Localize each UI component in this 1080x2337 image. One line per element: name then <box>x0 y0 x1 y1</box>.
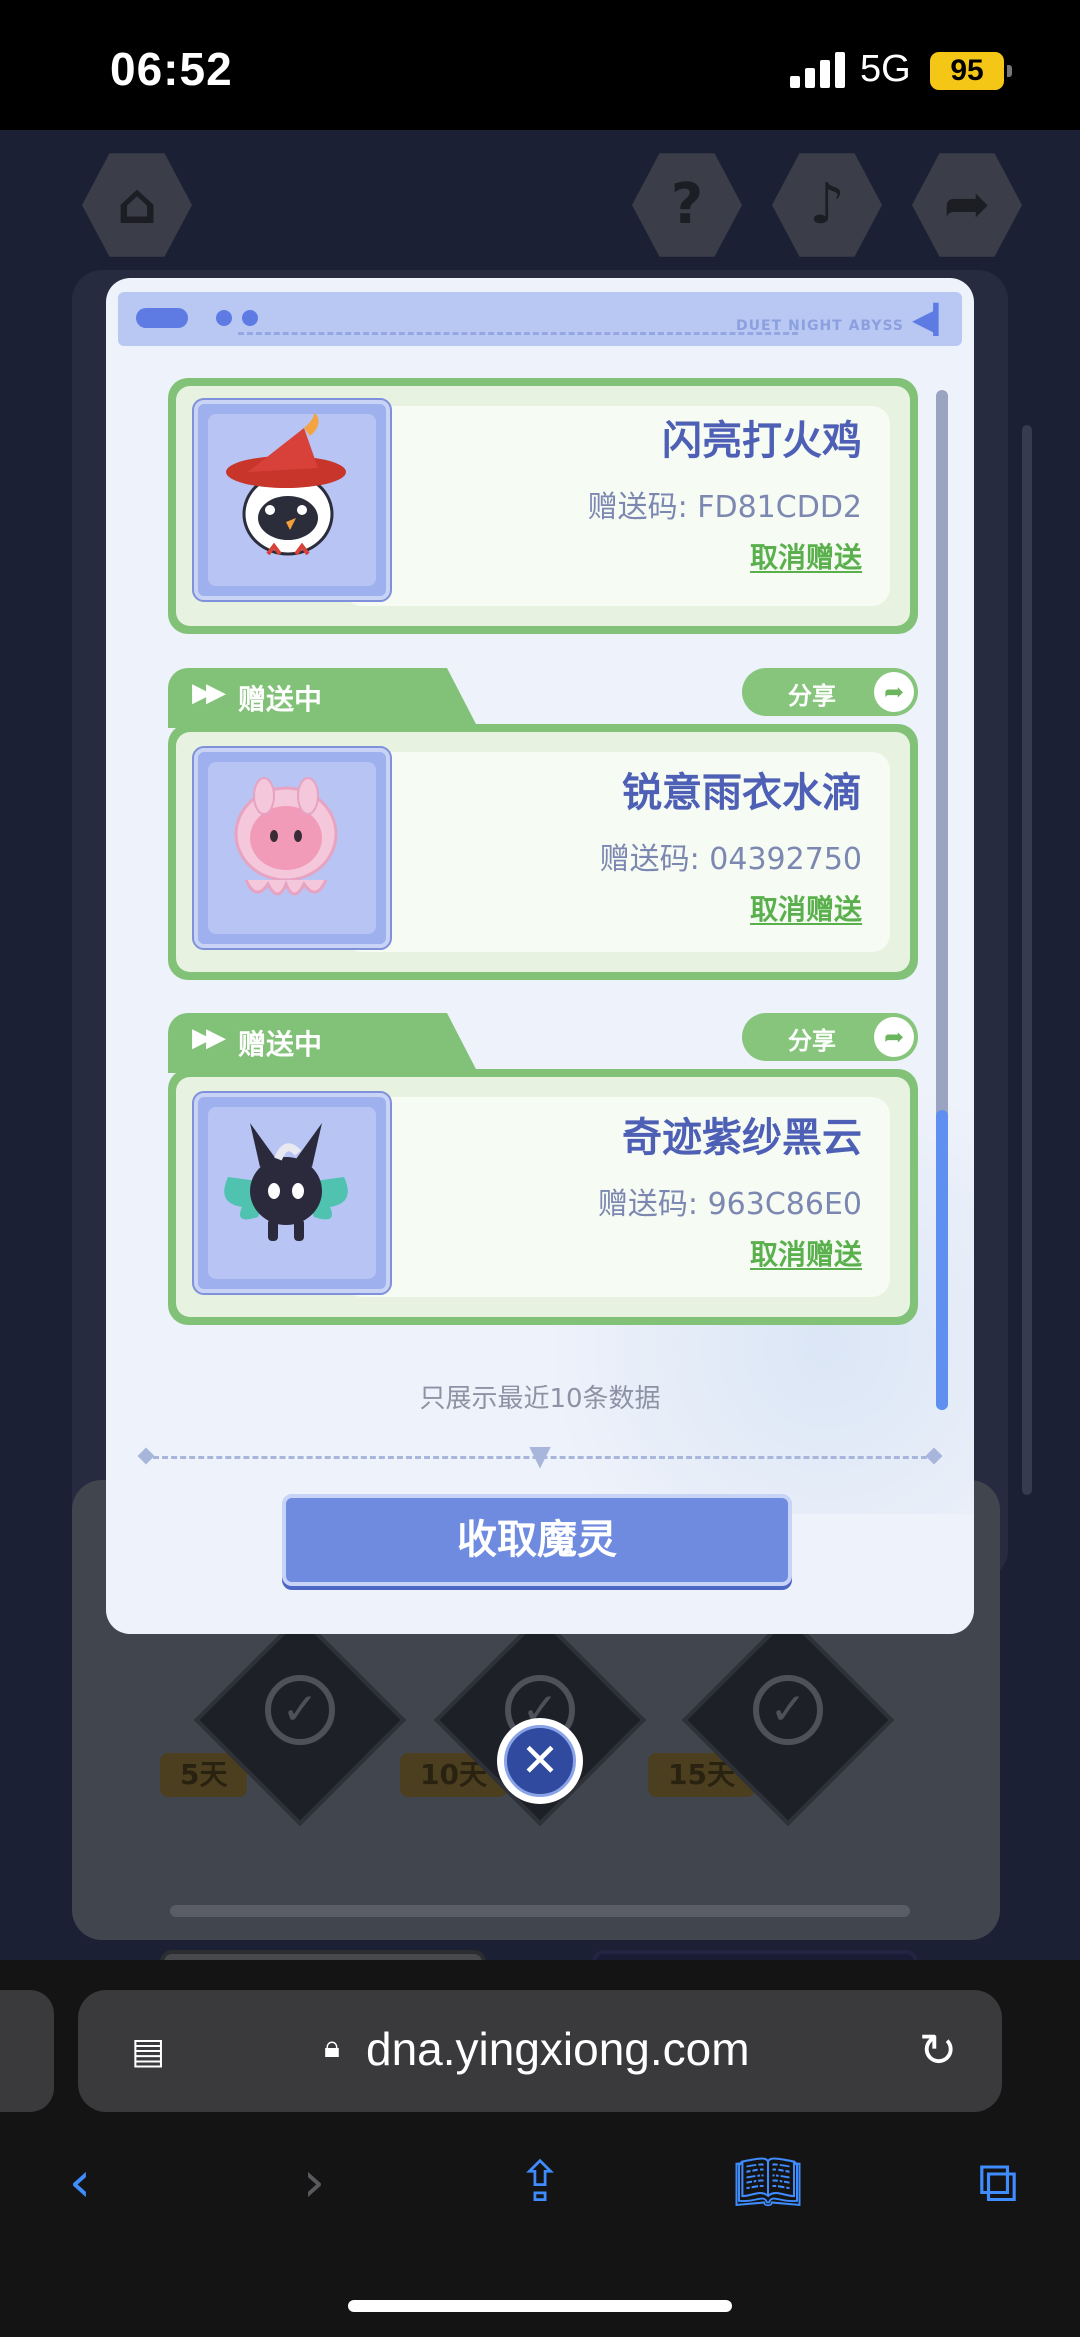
previous-tab-edge[interactable] <box>0 1990 54 2112</box>
play-arrows-icon: ▶▶ <box>192 1023 226 1053</box>
tabs-overview-icon[interactable]: ⧉ <box>958 2148 1038 2218</box>
pet-thumbnail <box>194 1093 390 1293</box>
gift-status: 赠送中 <box>238 1028 323 1061</box>
close-button[interactable]: ✕ <box>497 1718 583 1804</box>
header-dot <box>136 308 188 328</box>
gift-code-label: 赠送码: <box>587 490 688 525</box>
share-button[interactable]: 分享 ➦ <box>742 668 918 716</box>
share-button[interactable]: 分享 ➦ <box>742 1013 918 1061</box>
divider-end-dot <box>137 1447 155 1465</box>
pet-thumbnail <box>194 400 390 600</box>
chevron-down-icon: ▼ <box>529 1439 551 1472</box>
check-icon: ✓ <box>753 1675 823 1745</box>
background-scrollbar <box>1022 425 1032 1495</box>
gift-card: ▶▶ 赠送中 分享 ➦ <box>168 668 918 988</box>
header-dot <box>242 310 258 326</box>
forward-icon[interactable]: › <box>274 2148 354 2218</box>
gift-code-label: 赠送码: <box>599 842 700 877</box>
bookmarks-icon[interactable]: 📖︎ <box>728 2148 808 2218</box>
milestone-track <box>170 1905 910 1917</box>
tab-spirits: 魔灵 <box>592 1950 918 1960</box>
fire-chicken-icon <box>226 410 346 556</box>
gift-code-value: 963C86E0 <box>707 1187 862 1222</box>
gift-list[interactable]: 闪亮打火鸡 赠送码: FD81CDD2 取消赠送 ▶▶ 赠送中 分享 ➦ 锐意雨… <box>106 378 974 1428</box>
share-label: 分享 <box>788 1027 836 1055</box>
pet-thumbnail <box>194 748 390 948</box>
battery-level: 95 <box>950 54 984 87</box>
pet-name: 闪亮打火鸡 <box>662 418 862 464</box>
share-icon[interactable]: ⇪ <box>500 2148 580 2218</box>
check-icon: ✓ <box>265 1675 335 1745</box>
gift-code-value: FD81CDD2 <box>697 490 862 525</box>
raincoat-droplet-icon <box>234 777 338 896</box>
cancel-gift-link[interactable]: 取消赠送 <box>750 1233 862 1273</box>
tab-tasks: 任务 <box>160 1950 486 1960</box>
music-icon: ♪ <box>772 153 882 257</box>
lock-icon: 🔒︎ <box>324 2030 340 2065</box>
back-icon[interactable]: ‹ <box>40 2148 120 2218</box>
gift-code: 赠送码: 963C86E0 <box>598 1179 862 1223</box>
home-icon: ⌂ <box>82 153 192 257</box>
share-arrow-icon: ➦ <box>874 672 914 712</box>
list-scrollbar[interactable] <box>936 390 948 1410</box>
gift-code-value: 04392750 <box>709 842 862 877</box>
tabs-icon[interactable]: ▤ <box>126 2030 170 2074</box>
share-label: 分享 <box>788 682 836 710</box>
help-icon: ? <box>632 153 742 257</box>
gift-code-label: 赠送码: <box>597 1187 699 1222</box>
reload-icon[interactable]: ↻ <box>910 2022 966 2078</box>
home-indicator[interactable] <box>348 2300 732 2312</box>
share-arrow-icon: ➦ <box>912 153 1022 257</box>
pet-name: 锐意雨衣水滴 <box>622 770 862 816</box>
status-bar: 06:52 5G 95 <box>0 0 1080 130</box>
url-text[interactable]: dna.yingxiong.com <box>366 2022 750 2076</box>
collect-spirit-button[interactable]: 收取魔灵 <box>282 1494 792 1586</box>
gift-status: 赠送中 <box>238 683 323 716</box>
gift-card: 闪亮打火鸡 赠送码: FD81CDD2 取消赠送 <box>168 370 918 634</box>
header-divider <box>238 332 798 335</box>
header-dot <box>216 310 232 326</box>
gift-code: 赠送码: 04392750 <box>600 834 862 878</box>
black-cloud-icon <box>224 1123 348 1241</box>
header-brand: DUET NIGHT ABYSS <box>736 318 904 334</box>
scrollbar-thumb[interactable] <box>936 1110 948 1410</box>
gift-records-modal: DUET NIGHT ABYSS ◀▎ 闪亮打火鸡 赠送码: FD81CDD2 … <box>106 278 974 1634</box>
cancel-gift-link[interactable]: 取消赠送 <box>750 888 862 928</box>
address-bar[interactable]: ▤ 🔒︎ dna.yingxiong.com ↻ <box>78 1990 1002 2112</box>
modal-header: DUET NIGHT ABYSS ◀▎ <box>118 292 962 346</box>
gift-code: 赠送码: FD81CDD2 <box>588 482 862 526</box>
status-time: 06:52 <box>110 43 233 95</box>
gift-card: ▶▶ 赠送中 分享 ➦ <box>168 1013 918 1333</box>
collapse-icon[interactable]: ◀▎ <box>912 304 955 336</box>
battery-icon: 95 <box>930 52 1012 90</box>
share-arrow-icon: ➦ <box>874 1017 914 1057</box>
pet-name: 奇迹紫纱黑云 <box>622 1115 862 1161</box>
play-arrows-icon: ▶▶ <box>192 678 226 708</box>
footer-note: 只展示最近10条数据 <box>419 1384 661 1414</box>
network-label: 5G <box>860 48 911 90</box>
close-icon: ✕ <box>504 1725 576 1797</box>
cancel-gift-link[interactable]: 取消赠送 <box>750 536 862 576</box>
signal-icon <box>790 52 846 88</box>
